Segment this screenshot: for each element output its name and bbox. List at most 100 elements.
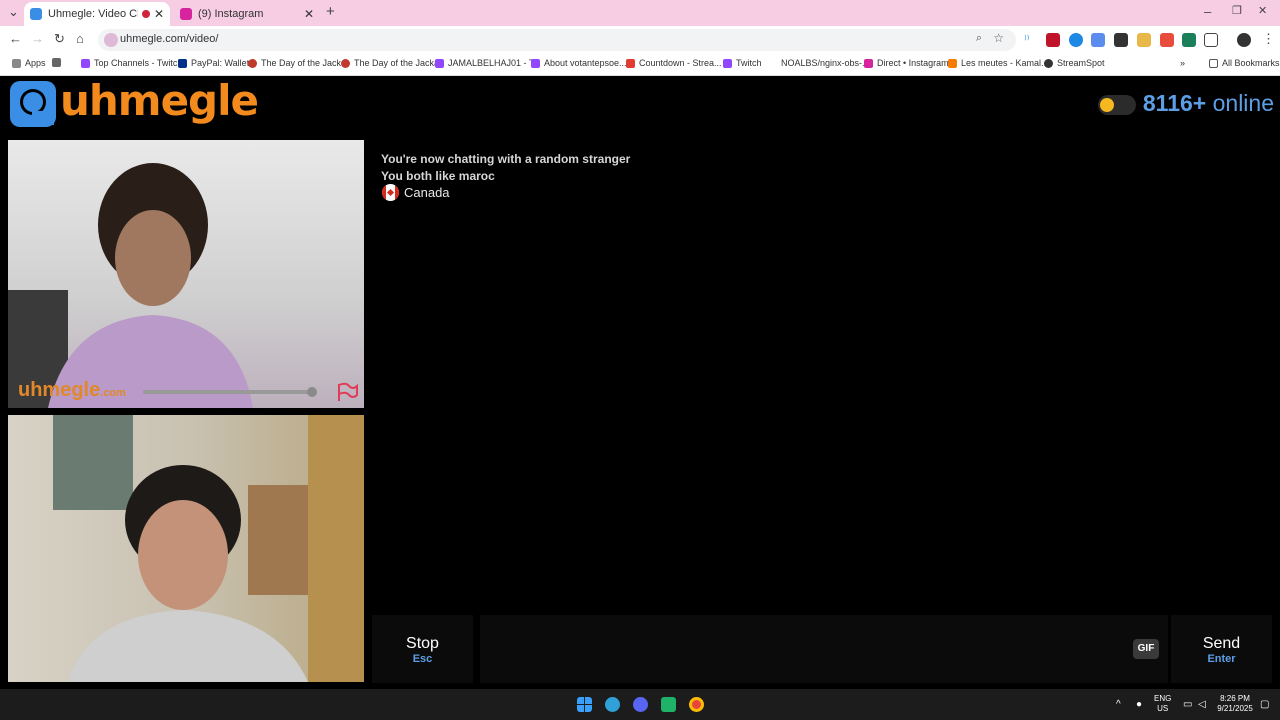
extension-icon[interactable] (1160, 33, 1174, 47)
report-flag-icon[interactable] (336, 382, 358, 402)
canada-flag-icon (382, 184, 399, 201)
stop-shortcut: Esc (412, 653, 433, 665)
online-count: 8116+ (1142, 90, 1207, 116)
send-button[interactable]: Send Enter (1171, 615, 1272, 683)
close-window-button[interactable]: ✕ (1258, 4, 1267, 17)
app-icon[interactable] (661, 697, 676, 712)
zoom-icon[interactable]: ⌕ (976, 32, 982, 45)
send-label: Send (1202, 635, 1241, 652)
bookmark-item[interactable]: JAMALBELHAJ01 - T... (435, 58, 541, 68)
extension-icon[interactable] (1137, 33, 1151, 47)
message-input[interactable] (480, 615, 1168, 683)
extension-icon[interactable] (1091, 33, 1105, 47)
bookmark-item[interactable]: StreamSpot (1044, 58, 1105, 68)
bookmark-item[interactable]: Apps (12, 58, 46, 68)
extension-icon[interactable] (1114, 33, 1128, 47)
twitch-icon (81, 58, 90, 68)
microphone-icon[interactable]: ● (1136, 699, 1142, 710)
bookmark-favicon-icon (948, 58, 957, 68)
browser-tab-strip: ⌄ Uhmegle: Video Chat | Ome ✕ (9) Instag… (0, 0, 1280, 26)
stop-label: Stop (406, 635, 439, 652)
tab-title: Uhmegle: Video Chat | Ome (48, 8, 138, 20)
address-bar[interactable]: uhmegle.com/video/ ⌕ ☆ (98, 29, 1016, 51)
tab-uhmegle[interactable]: Uhmegle: Video Chat | Ome ✕ (24, 2, 170, 26)
menu-kebab-icon[interactable]: ⋮ (1262, 31, 1275, 47)
volume-slider[interactable] (143, 387, 317, 397)
folder-icon (1209, 58, 1218, 68)
globe-icon (1044, 58, 1053, 68)
gif-button[interactable]: GIF (1133, 639, 1159, 659)
home-icon[interactable]: ⌂ (76, 31, 84, 46)
volume-slider-handle[interactable] (307, 387, 317, 397)
recording-indicator-icon (141, 10, 150, 18)
address-toolbar: ← → ↻ ⌂ uhmegle.com/video/ ⌕ ☆ ⁾⁾ ⋮ (0, 26, 1280, 54)
twitch-icon (435, 58, 444, 68)
twitch-icon (531, 58, 540, 68)
bookmarks-overflow-icon[interactable]: » (1180, 58, 1185, 68)
bookmark-item[interactable]: The Day of the Jackal (341, 58, 441, 68)
bookmark-item[interactable]: NOALBS/nginx-obs-... (781, 58, 870, 68)
uhmegle-page: uhmegle 8116+ online uhmegle.com You're … (0, 76, 1280, 689)
close-tab-icon[interactable]: ✕ (154, 7, 164, 21)
forward-icon[interactable]: → (31, 31, 44, 46)
bookmark-item[interactable]: Top Channels - Twitch (81, 58, 182, 68)
bookmark-item[interactable]: The Day of the Jackal (248, 58, 348, 68)
extensions-puzzle-icon[interactable] (1204, 33, 1218, 47)
bookmark-item[interactable]: PayPal: Wallet (178, 58, 249, 68)
bookmark-favicon-icon (248, 58, 257, 68)
country-name: Canada (404, 185, 450, 200)
tab-title: (9) Instagram (198, 8, 264, 20)
edge-icon[interactable] (605, 697, 620, 712)
tab-instagram[interactable]: (9) Instagram ✕ (174, 2, 320, 26)
windows-start-icon[interactable] (577, 697, 592, 712)
language-indicator[interactable]: ENG US (1154, 694, 1171, 714)
theme-toggle[interactable] (1098, 95, 1136, 115)
volume-icon[interactable]: ◁ (1198, 699, 1206, 710)
bookmarks-bar: Apps Top Channels - Twitch PayPal: Walle… (0, 54, 1280, 76)
bookmark-item[interactable]: Les meutes - Kamal... (948, 58, 1049, 68)
chat-controls: Stop Esc GIF Send Enter (0, 615, 1280, 683)
bookmark-item[interactable] (52, 58, 65, 67)
stranger-video-frame (8, 163, 253, 408)
site-info-icon[interactable] (104, 33, 118, 47)
chrome-icon[interactable] (689, 697, 704, 712)
minimize-button[interactable]: – (1204, 4, 1211, 19)
bookmark-favicon-icon (626, 58, 635, 68)
tab-search-icon[interactable]: ⌄ (8, 4, 19, 20)
bookmark-item[interactable]: Twitch (723, 58, 762, 68)
profile-avatar[interactable] (1237, 33, 1251, 47)
extension-icon[interactable] (1069, 33, 1083, 47)
site-logo[interactable]: uhmegle (60, 76, 259, 125)
back-icon[interactable]: ← (9, 31, 22, 46)
twitch-icon (723, 58, 732, 68)
send-shortcut: Enter (1207, 653, 1236, 665)
chat-log: You're now chatting with a random strang… (372, 140, 1272, 610)
close-tab-icon[interactable]: ✕ (304, 7, 314, 21)
common-interest-message: You both like maroc (381, 169, 495, 183)
show-hidden-icons-icon[interactable]: ^ (1116, 699, 1121, 710)
extension-icon[interactable]: ⁾⁾ (1024, 33, 1038, 47)
new-tab-button[interactable]: + (326, 3, 335, 20)
notifications-icon[interactable]: ▢ (1260, 699, 1269, 710)
reload-icon[interactable]: ↻ (54, 31, 65, 47)
bookmark-item[interactable]: About votantepsoe... (531, 58, 627, 68)
clock[interactable]: 8:26 PM 9/21/2025 (1214, 694, 1256, 714)
network-icon[interactable]: ▭ (1183, 699, 1192, 710)
extension-icon[interactable] (1182, 33, 1196, 47)
bookmark-favicon-icon (341, 58, 350, 68)
bookmark-item[interactable]: Direct • Instagram (864, 58, 949, 68)
bookmark-star-icon[interactable]: ☆ (993, 31, 1004, 45)
all-bookmarks-folder[interactable]: All Bookmarks (1209, 58, 1280, 68)
discord-icon[interactable] (633, 697, 648, 712)
online-label: online (1206, 90, 1274, 116)
grid-icon (52, 58, 61, 67)
stranger-video: uhmegle.com (8, 140, 364, 408)
extension-icon[interactable] (1046, 33, 1060, 47)
instagram-favicon-icon (180, 8, 192, 20)
paypal-icon (178, 58, 187, 68)
sun-icon (1100, 98, 1114, 112)
stop-button[interactable]: Stop Esc (372, 615, 473, 683)
logo-icon (10, 81, 56, 127)
restore-button[interactable]: ❐ (1232, 4, 1242, 17)
bookmark-item[interactable]: Countdown - Strea... (626, 58, 722, 68)
